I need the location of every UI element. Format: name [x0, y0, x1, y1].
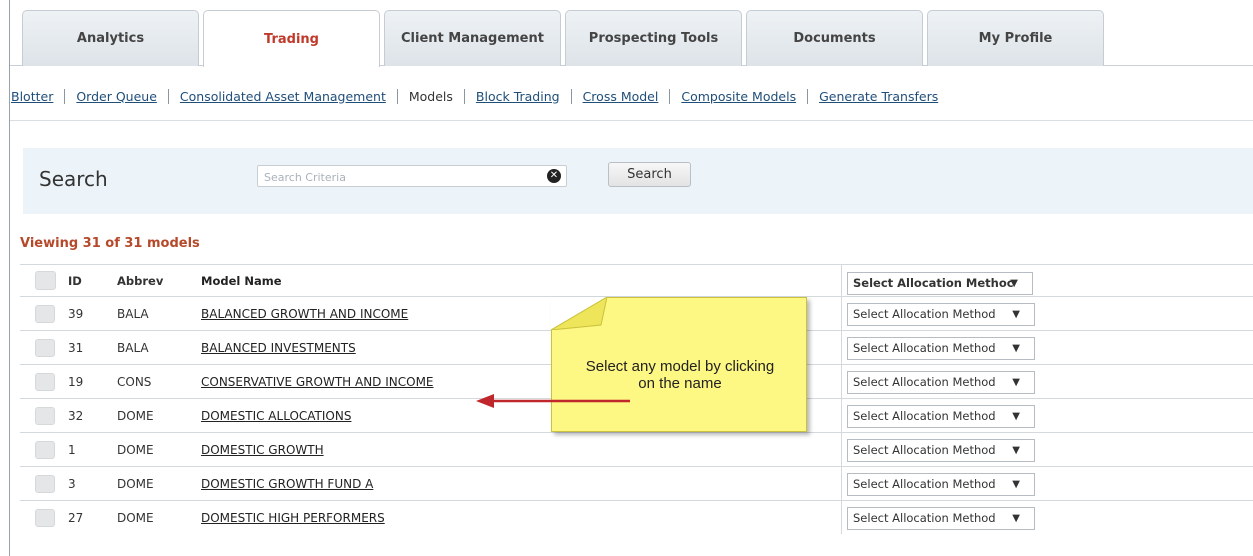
callout-line-2: on the name: [638, 375, 722, 392]
subnav-cross-model[interactable]: Cross Model: [570, 88, 670, 104]
allocation-value: Select Allocation Method: [853, 477, 996, 491]
model-abbrev: DOME: [117, 409, 154, 423]
allocation-method-select[interactable]: Select Allocation Method ▼: [847, 337, 1035, 360]
search-input[interactable]: [258, 167, 538, 188]
model-id: 19: [68, 375, 84, 389]
row-checkbox[interactable]: [35, 441, 55, 459]
allocation-value: Select Allocation Method: [853, 511, 996, 525]
model-name-link[interactable]: BALANCED GROWTH AND INCOME: [201, 307, 408, 321]
divider: [10, 120, 1253, 121]
model-id: 27: [68, 511, 84, 525]
model-id: 3: [68, 477, 76, 491]
allocation-method-select[interactable]: Select Allocation Method ▼: [847, 405, 1035, 428]
search-field: ✕: [257, 165, 567, 188]
subnav-order-queue[interactable]: Order Queue: [64, 88, 168, 104]
model-name-link[interactable]: DOMESTIC GROWTH FUND A: [201, 477, 373, 491]
model-abbrev: DOME: [117, 443, 154, 457]
row-checkbox[interactable]: [35, 509, 55, 527]
subnav-block-trading[interactable]: Block Trading: [463, 88, 571, 104]
tab-trading[interactable]: Trading: [203, 10, 380, 67]
tab-analytics[interactable]: Analytics: [22, 10, 199, 66]
model-id: 1: [68, 443, 76, 457]
allocation-method-select[interactable]: Select Allocation Method ▼: [847, 371, 1035, 394]
tab-prospecting-tools[interactable]: Prospecting Tools: [565, 10, 742, 66]
allocation-value: Select Allocation Method: [853, 341, 996, 355]
search-button[interactable]: Search: [608, 162, 691, 187]
row-checkbox[interactable]: [35, 475, 55, 493]
model-id: 32: [68, 409, 84, 423]
tab-documents[interactable]: Documents: [746, 10, 923, 66]
model-name-link[interactable]: DOMESTIC HIGH PERFORMERS: [201, 511, 385, 525]
allocation-method-select[interactable]: Select Allocation Method ▼: [847, 473, 1035, 496]
subnav-blotter[interactable]: Blotter: [10, 89, 64, 104]
tab-my-profile[interactable]: My Profile: [927, 10, 1104, 66]
dropdown-triangle-icon: ▼: [1010, 278, 1018, 289]
table-row: 1 DOME DOMESTIC GROWTH Select Allocation…: [20, 432, 1253, 466]
model-name-link[interactable]: DOMESTIC ALLOCATIONS: [201, 409, 351, 423]
model-id: 31: [68, 341, 84, 355]
page-fold-icon: [551, 297, 607, 330]
model-name-link[interactable]: DOMESTIC GROWTH: [201, 443, 324, 457]
app-frame: Analytics Trading Client Management Pros…: [9, 0, 1253, 556]
column-divider: [841, 365, 842, 398]
dropdown-triangle-icon: ▼: [1012, 513, 1020, 524]
allocation-method-select-all[interactable]: Select Allocation Methoc ▼: [847, 272, 1033, 295]
main-tab-bar: Analytics Trading Client Management Pros…: [10, 0, 1253, 67]
dropdown-triangle-icon: ▼: [1012, 411, 1020, 422]
select-all-checkbox[interactable]: [35, 271, 56, 290]
model-name-link[interactable]: CONSERVATIVE GROWTH AND INCOME: [201, 375, 434, 389]
sub-navigation: Blotter Order Queue Consolidated Asset M…: [10, 86, 949, 106]
column-divider: [841, 331, 842, 364]
model-name-link[interactable]: BALANCED INVESTMENTS: [201, 341, 356, 355]
dropdown-triangle-icon: ▼: [1012, 377, 1020, 388]
callout-arrow-icon: [476, 394, 630, 408]
allocation-method-select[interactable]: Select Allocation Method ▼: [847, 507, 1035, 530]
results-count: Viewing 31 of 31 models: [20, 236, 200, 251]
row-checkbox[interactable]: [35, 407, 55, 425]
allocation-header-value: Select Allocation Methoc: [853, 276, 1014, 290]
row-checkbox[interactable]: [35, 339, 55, 357]
table-row: 27 DOME DOMESTIC HIGH PERFORMERS Select …: [20, 500, 1253, 534]
table-header: ID Abbrev Model Name Select Allocation M…: [20, 264, 1253, 296]
dropdown-triangle-icon: ▼: [1012, 445, 1020, 456]
model-abbrev: BALA: [117, 307, 149, 321]
allocation-value: Select Allocation Method: [853, 409, 996, 423]
column-header-id[interactable]: ID: [68, 274, 82, 288]
model-id: 39: [68, 307, 84, 321]
column-header-abbrev[interactable]: Abbrev: [117, 274, 163, 288]
allocation-value: Select Allocation Method: [853, 375, 996, 389]
subnav-composite-models[interactable]: Composite Models: [669, 88, 807, 104]
column-divider: [841, 433, 842, 466]
subnav-models: Models: [396, 88, 464, 104]
model-abbrev: CONS: [117, 375, 152, 389]
column-divider: [841, 297, 842, 330]
row-checkbox[interactable]: [35, 305, 55, 323]
model-abbrev: DOME: [117, 477, 154, 491]
clear-icon[interactable]: ✕: [547, 169, 561, 183]
column-header-model-name[interactable]: Model Name: [201, 274, 282, 288]
table-row: 3 DOME DOMESTIC GROWTH FUND A Select All…: [20, 466, 1253, 500]
dropdown-triangle-icon: ▼: [1012, 343, 1020, 354]
column-divider: [841, 501, 842, 534]
allocation-method-select[interactable]: Select Allocation Method ▼: [847, 439, 1035, 462]
row-checkbox[interactable]: [35, 373, 55, 391]
dropdown-triangle-icon: ▼: [1012, 479, 1020, 490]
subnav-generate-transfers[interactable]: Generate Transfers: [807, 88, 949, 104]
tab-client-management[interactable]: Client Management: [384, 10, 561, 66]
model-abbrev: DOME: [117, 511, 154, 525]
search-panel: Search ✕ Search: [23, 148, 1253, 214]
callout-line-1: Select any model by clicking: [585, 358, 775, 375]
column-divider: [841, 467, 842, 500]
callout-sticky-note: Select any model by clicking on the name: [551, 297, 807, 432]
column-divider: [841, 399, 842, 432]
search-heading: Search: [39, 167, 108, 191]
model-abbrev: BALA: [117, 341, 149, 355]
dropdown-triangle-icon: ▼: [1012, 309, 1020, 320]
allocation-value: Select Allocation Method: [853, 443, 996, 457]
allocation-method-select[interactable]: Select Allocation Method ▼: [847, 303, 1035, 326]
callout-text: Select any model by clicking on the name: [552, 358, 808, 392]
subnav-consolidated-asset-management[interactable]: Consolidated Asset Management: [167, 88, 397, 104]
allocation-value: Select Allocation Method: [853, 307, 996, 321]
column-divider: [841, 265, 842, 296]
